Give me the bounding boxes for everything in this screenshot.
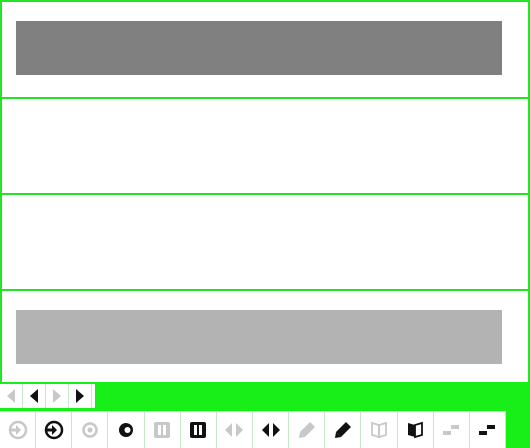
pencil-icon [334, 422, 351, 438]
arrow-circle-icon [44, 420, 63, 440]
arrow-circle-disabled-button[interactable] [0, 411, 37, 448]
ring-disabled-button[interactable] [72, 411, 109, 448]
scroll-right-icon [76, 389, 84, 403]
panel-1 [2, 2, 528, 98]
panel-4 [2, 290, 528, 384]
left-right-disabled-icon [225, 423, 244, 437]
book-icon [408, 421, 424, 439]
scroll-left-disabled-icon [7, 389, 15, 403]
book-disabled-icon [371, 421, 387, 439]
steps-disabled-button[interactable] [433, 411, 470, 448]
pencil-disabled-button[interactable] [289, 411, 326, 448]
scroll-left-disabled-button[interactable] [0, 384, 23, 408]
scroll-left-button[interactable] [23, 384, 46, 408]
light-bar [16, 310, 502, 364]
scroll-nav [0, 384, 95, 408]
left-right-icon [261, 423, 280, 437]
book-disabled-button[interactable] [361, 411, 398, 448]
pause-disabled-icon [154, 422, 171, 438]
ring-button[interactable] [108, 411, 145, 448]
scroll-left-icon [30, 389, 38, 403]
arrow-circle-button[interactable] [36, 411, 73, 448]
panel-2 [2, 98, 528, 194]
scroll-right-disabled-button[interactable] [46, 384, 69, 408]
steps-icon [479, 425, 496, 435]
pause-icon [190, 422, 207, 438]
arrow-circle-disabled-icon [8, 420, 27, 440]
bottom-toolbar [0, 411, 506, 448]
book-button[interactable] [397, 411, 434, 448]
steps-disabled-icon [443, 425, 460, 435]
dark-bar [16, 21, 502, 75]
pencil-button[interactable] [325, 411, 362, 448]
main-frame [0, 0, 530, 448]
ring-disabled-icon [82, 422, 98, 438]
pause-button[interactable] [180, 411, 217, 448]
left-right-disabled-button[interactable] [216, 411, 253, 448]
pencil-disabled-icon [298, 422, 315, 438]
ring-icon [118, 423, 133, 437]
steps-button[interactable] [469, 411, 506, 448]
scroll-right-disabled-icon [53, 389, 61, 403]
panel-3 [2, 194, 528, 290]
left-right-button[interactable] [252, 411, 290, 448]
scroll-right-button[interactable] [69, 384, 92, 408]
pause-disabled-button[interactable] [144, 411, 181, 448]
